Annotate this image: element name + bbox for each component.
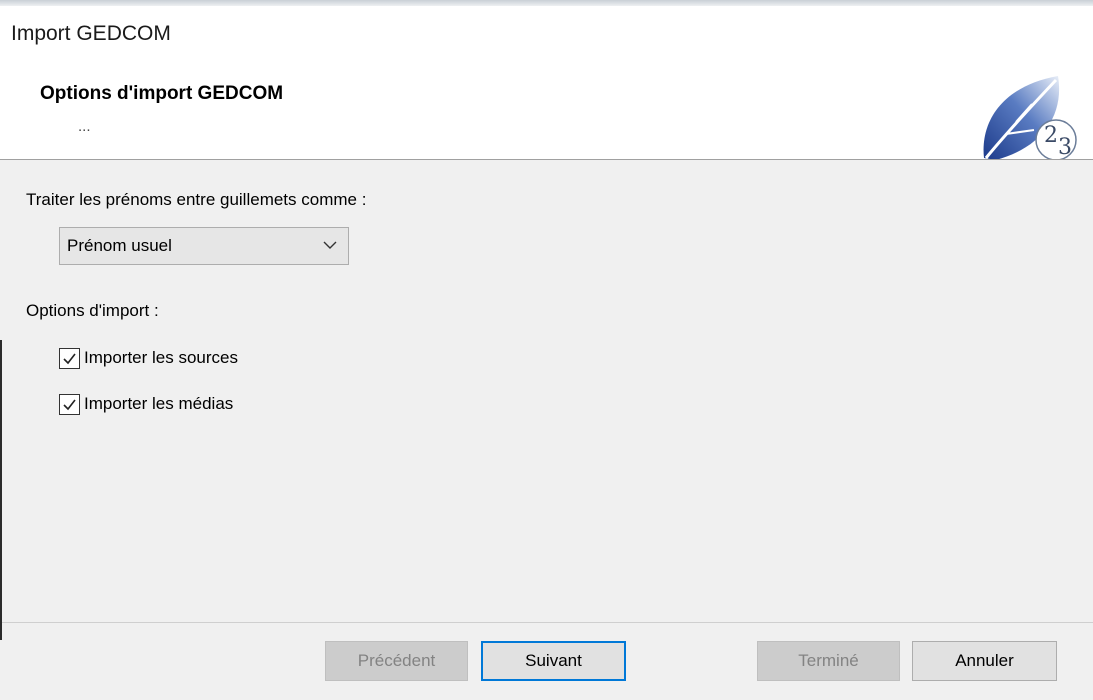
- given-name-quotes-select[interactable]: Prénom usuel: [59, 227, 349, 265]
- import-sources-label: Importer les sources: [84, 348, 238, 367]
- checkmark-icon: [63, 399, 76, 410]
- import-media-label: Importer les médias: [84, 394, 234, 413]
- import-sources-checkbox[interactable]: [59, 347, 80, 369]
- window-left-edge: [0, 340, 2, 640]
- page-title: Options d'import GEDCOM: [40, 83, 284, 104]
- import-options-label: Options d'import :: [26, 301, 159, 320]
- svg-text:2: 2: [1044, 123, 1058, 148]
- checkmark-icon: [63, 353, 76, 364]
- svg-text:3: 3: [1058, 135, 1072, 160]
- cancel-button[interactable]: Annuler: [912, 641, 1057, 681]
- chevron-down-icon: [323, 241, 337, 249]
- select-value: Prénom usuel: [67, 236, 172, 255]
- leaf-logo-icon: 2 3: [972, 72, 1088, 164]
- previous-button[interactable]: Précédent: [325, 641, 468, 681]
- options-panel: Traiter les prénoms entre guillemets com…: [0, 160, 1093, 622]
- import-sources-checkbox-row[interactable]: Importer les sources: [59, 346, 238, 370]
- quotes-treatment-label: Traiter les prénoms entre guillemets com…: [26, 190, 367, 209]
- import-gedcom-dialog: Import GEDCOM Options d'import GEDCOM ..…: [0, 6, 1093, 700]
- finish-button[interactable]: Terminé: [757, 641, 900, 681]
- window-title: Import GEDCOM: [11, 22, 171, 45]
- import-media-checkbox[interactable]: [59, 393, 80, 415]
- next-button[interactable]: Suivant: [481, 641, 626, 681]
- page-subtitle: ...: [78, 118, 91, 135]
- wizard-footer: Précédent Suivant Terminé Annuler: [0, 623, 1093, 700]
- import-media-checkbox-row[interactable]: Importer les médias: [59, 392, 233, 416]
